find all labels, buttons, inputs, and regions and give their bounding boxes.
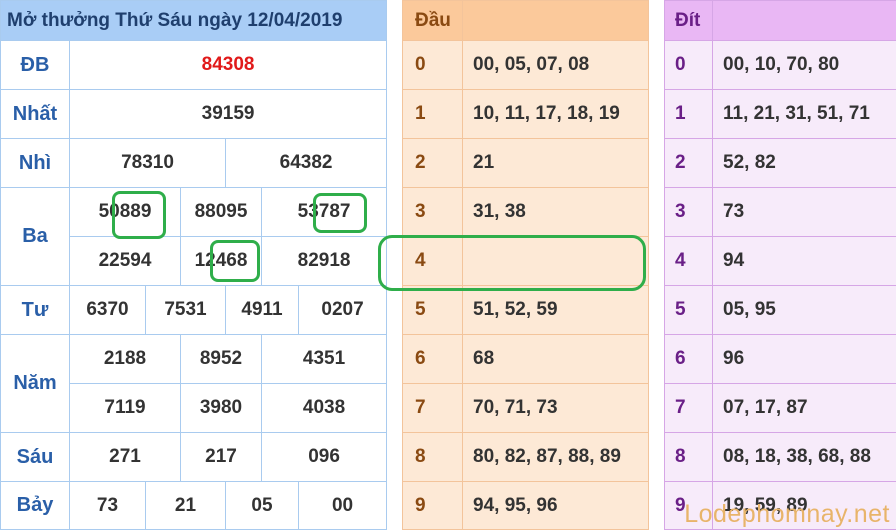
prize-sau-value: 096: [262, 433, 387, 482]
dau-row-value: 80, 82, 87, 88, 89: [463, 433, 649, 482]
dau-row-value: 70, 71, 73: [463, 384, 649, 433]
prize-ba-value: 82918: [262, 237, 387, 286]
prize-tu-value: 6370: [70, 286, 146, 335]
dau-row-value: 21: [463, 139, 649, 188]
prize-sau-value: 217: [181, 433, 262, 482]
dau-row-num: 0: [403, 41, 463, 90]
highlight-circle-50889: [112, 191, 166, 239]
dau-row-value: 68: [463, 335, 649, 384]
dit-header: Đít: [665, 1, 713, 41]
dau-header-blank: [463, 1, 649, 41]
dau-row-value: 51, 52, 59: [463, 286, 649, 335]
dit-row-value: 96: [713, 335, 896, 384]
prize-db-label: ĐB: [1, 41, 70, 90]
dau-row-num: 6: [403, 335, 463, 384]
prize-tu-value: 0207: [299, 286, 387, 335]
prize-nam-value: 4038: [262, 384, 387, 433]
dit-header-blank: [713, 1, 896, 41]
dit-row-value: 08, 18, 38, 68, 88: [713, 433, 896, 482]
prize-bay-value: 21: [146, 482, 226, 530]
dau-row-num: 1: [403, 90, 463, 139]
dit-row-num: 5: [665, 286, 713, 335]
prize-ba-value: 88095: [181, 188, 262, 237]
dit-row-value: 11, 21, 31, 51, 71: [713, 90, 896, 139]
prize-sau-value: 271: [70, 433, 181, 482]
dau-row-value: 00, 05, 07, 08: [463, 41, 649, 90]
prize-nam-value: 3980: [181, 384, 262, 433]
dit-row-num: 7: [665, 384, 713, 433]
highlight-circle-dau-4: [378, 235, 646, 291]
prize-bay-value: 05: [226, 482, 299, 530]
results-table: Mở thưởng Thứ Sáu ngày 12/04/2019 ĐB 843…: [0, 0, 387, 530]
dau-row-value: 31, 38: [463, 188, 649, 237]
dit-row-num: 6: [665, 335, 713, 384]
dau-header: Đầu: [403, 1, 463, 41]
prize-tu-value: 7531: [146, 286, 226, 335]
dit-row-num: 0: [665, 41, 713, 90]
prize-nam-label: Năm: [1, 335, 70, 433]
dit-row-value: 05, 95: [713, 286, 896, 335]
prize-db-value: 84308: [70, 41, 387, 90]
dau-row-num: 7: [403, 384, 463, 433]
dit-row-value: 94: [713, 237, 896, 286]
dit-row-num: 8: [665, 433, 713, 482]
prize-nam-value: 8952: [181, 335, 262, 384]
dit-row-value: 00, 10, 70, 80: [713, 41, 896, 90]
dit-row-num: 2: [665, 139, 713, 188]
dit-table: Đít 000, 10, 70, 80 111, 21, 31, 51, 71 …: [664, 0, 896, 530]
prize-ba-label: Ba: [1, 188, 70, 286]
dau-row-num: 2: [403, 139, 463, 188]
dit-row-num: 3: [665, 188, 713, 237]
dit-row-num: 1: [665, 90, 713, 139]
dit-row-value: 07, 17, 87: [713, 384, 896, 433]
prize-nam-value: 4351: [262, 335, 387, 384]
dit-row-value: 73: [713, 188, 896, 237]
results-title: Mở thưởng Thứ Sáu ngày 12/04/2019: [1, 1, 387, 41]
highlight-circle-53787: [313, 193, 367, 233]
prize-bay-value: 73: [70, 482, 146, 530]
dau-row-num: 3: [403, 188, 463, 237]
dau-row-value: 94, 95, 96: [463, 482, 649, 530]
prize-sau-label: Sáu: [1, 433, 70, 482]
prize-tu-value: 4911: [226, 286, 299, 335]
prize-nhi-value: 78310: [70, 139, 226, 188]
dau-row-value: 10, 11, 17, 18, 19: [463, 90, 649, 139]
dau-row-num: 5: [403, 286, 463, 335]
prize-bay-label: Bảy: [1, 482, 70, 530]
prize-nhat-value: 39159: [70, 90, 387, 139]
prize-bay-value: 00: [299, 482, 387, 530]
prize-tu-label: Tư: [1, 286, 70, 335]
dau-row-num: 9: [403, 482, 463, 530]
prize-nhi-label: Nhì: [1, 139, 70, 188]
prize-nam-value: 2188: [70, 335, 181, 384]
prize-nhat-label: Nhất: [1, 90, 70, 139]
prize-nhi-value: 64382: [226, 139, 387, 188]
prize-ba-value: 22594: [70, 237, 181, 286]
site-watermark: Lodephomnay.net: [684, 500, 890, 529]
prize-nam-value: 7119: [70, 384, 181, 433]
highlight-circle-12468: [210, 240, 260, 282]
dit-row-num: 4: [665, 237, 713, 286]
dau-row-num: 8: [403, 433, 463, 482]
dit-row-value: 52, 82: [713, 139, 896, 188]
